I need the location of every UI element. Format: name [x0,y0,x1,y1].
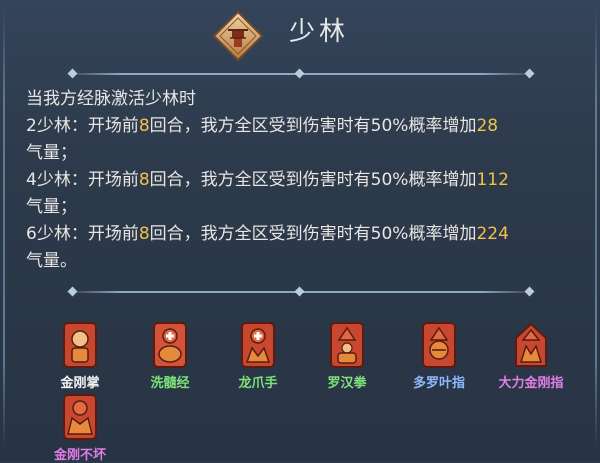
description-block: 当我方经脉激活少林时 2少林：开场前8回合，我方全区受到伤害时有50%概率增加2… [26,86,586,275]
skill-name: 金刚不坏 [53,448,106,463]
skill-long-zhua-shou[interactable]: 龙爪手 [213,322,303,391]
skill-name: 多罗叶指 [412,376,465,391]
skill-luo-han-quan[interactable]: 罗汉拳 [302,322,392,391]
skill-list: 金刚掌 洗髓经 龙爪手 罗汉拳 多罗叶指 大力金刚指 金刚不坏 [0,318,600,463]
skill-name: 龙爪手 [238,376,278,391]
skill-name: 大力金刚指 [498,376,564,391]
skill-xi-sui-jing[interactable]: 洗髓经 [125,322,215,391]
tier-line-2: 2少林：开场前8回合，我方全区受到伤害时有50%概率增加28 [26,116,499,136]
temple-emblem-icon [212,10,264,62]
tier-line-6: 6少林：开场前8回合，我方全区受到伤害时有50%概率增加224 [26,224,509,244]
arhat-fist-icon [330,322,364,368]
skill-duo-luo-ye-zhi[interactable]: 多罗叶指 [394,322,484,391]
tier-line-4: 4少林：开场前8回合，我方全区受到伤害时有50%概率增加112 [26,170,509,190]
panel-header: 少林 [0,0,600,72]
skill-da-li-jin-gang-zhi[interactable]: 大力金刚指 [486,322,576,391]
fist-strike-icon [63,322,97,368]
leaf-finger-icon [422,322,456,368]
skill-jin-gang-zhang[interactable]: 金刚掌 [35,322,125,391]
meditation-cross-icon [153,322,187,368]
description-intro: 当我方经脉激活少林时 [26,89,196,109]
tier-line-6-suffix: 气量。 [26,251,77,271]
skill-name: 金刚掌 [60,376,100,391]
dragon-claw-icon [241,322,275,368]
skill-name: 洗髓经 [150,376,190,391]
vajra-finger-icon [515,322,547,367]
skill-name: 罗汉拳 [327,376,367,391]
tier-line-2-suffix: 气量； [26,143,77,163]
skill-jin-gang-bu-huai[interactable]: 金刚不坏 [35,394,125,463]
invulnerable-body-icon [63,394,97,440]
tier-line-4-suffix: 气量； [26,197,77,217]
section-divider [64,286,538,297]
header-divider [64,68,538,79]
page-title: 少林 [289,17,350,47]
